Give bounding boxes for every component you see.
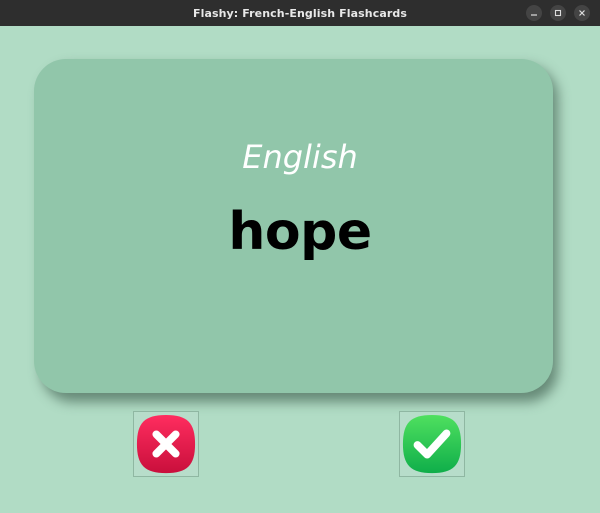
right-button[interactable] (399, 411, 465, 477)
window-controls (526, 5, 590, 21)
card-word: hope (228, 202, 372, 262)
wrong-button[interactable] (133, 411, 199, 477)
close-icon[interactable] (574, 5, 590, 21)
checkmark-icon (402, 414, 462, 474)
card-language-label: English (242, 138, 358, 176)
x-mark-icon (136, 414, 196, 474)
maximize-icon[interactable] (550, 5, 566, 21)
window-title: Flashy: French-English Flashcards (192, 6, 408, 20)
minimize-icon[interactable] (526, 5, 542, 21)
title-bar: Flashy: French-English Flashcards (0, 0, 600, 26)
app-window: Flashy: French-English Flashcards Englis… (0, 0, 600, 513)
